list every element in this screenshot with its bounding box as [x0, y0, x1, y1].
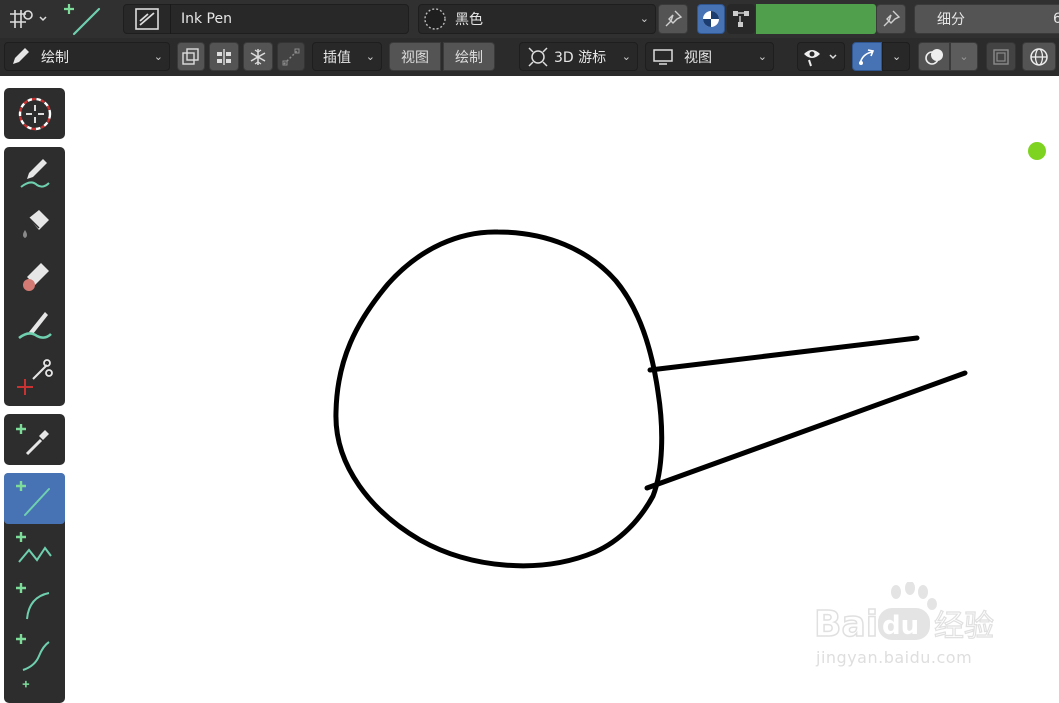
lower-line-stroke: [644, 370, 968, 491]
toolbar-group-draw: [4, 147, 65, 406]
upper-line-stroke: [647, 335, 920, 373]
eraser-icon: [22, 262, 49, 291]
tool-cursor[interactable]: [4, 88, 65, 139]
tool-arc[interactable]: [4, 575, 65, 626]
curve-icon: [15, 633, 50, 671]
tool-curve[interactable]: [4, 626, 65, 677]
svg-text:经验: 经验: [934, 609, 994, 644]
circle-stroke: [333, 229, 665, 569]
polyline-icon: [15, 531, 52, 563]
watermark-url: jingyan.baidu.com: [816, 648, 973, 667]
svg-text:Bai: Bai: [814, 604, 878, 645]
tool-cutter[interactable]: [4, 351, 65, 402]
pencil-draw-icon: [19, 158, 50, 188]
toolbar-group-eyedropper: [4, 414, 65, 465]
watermark: Bai du 经验 jingyan.baidu.com: [812, 582, 1002, 672]
tool-erase[interactable]: [4, 249, 65, 300]
paint-bucket-icon: [22, 209, 49, 238]
tool-draw[interactable]: [4, 147, 65, 198]
cursor-crosshair-icon: [18, 97, 51, 130]
arc-icon: [15, 582, 49, 619]
eyedropper-icon: [15, 423, 49, 455]
plus-icon: [22, 680, 29, 688]
toolbar-group-cursor: [4, 88, 65, 139]
tool-eyedropper[interactable]: [4, 414, 65, 465]
tool-tint[interactable]: [4, 300, 65, 351]
tool-box[interactable]: [4, 677, 65, 703]
scissors-icon: [16, 358, 53, 395]
tool-fill[interactable]: [4, 198, 65, 249]
status-indicator-dot: [1028, 142, 1046, 160]
brush-tint-icon: [17, 311, 52, 339]
tool-line[interactable]: [4, 473, 65, 524]
svg-text:du: du: [882, 611, 919, 641]
line-icon: [15, 480, 50, 516]
tool-polyline[interactable]: [4, 524, 65, 575]
toolbar-group-primitives: [4, 473, 65, 703]
